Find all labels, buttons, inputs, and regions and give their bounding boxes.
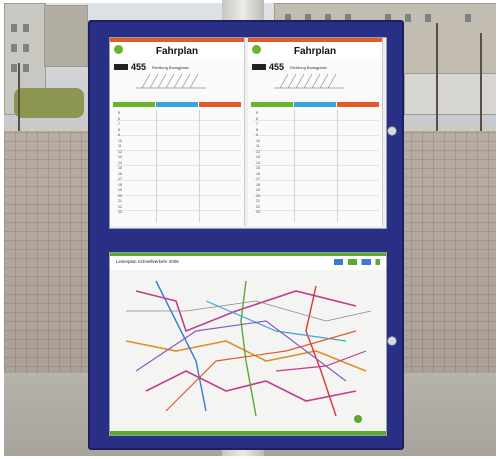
hour-cell: 19 xyxy=(118,188,122,192)
timetable-rows: 5 6 7 8 9 10 11 12 13 14 15 16 17 18 19 20 21 22 23 xyxy=(254,110,379,222)
timetable-rows: 5 6 7 8 9 10 11 12 13 14 15 16 17 18 19 20 21 22 23 xyxy=(116,110,241,222)
column-sunday xyxy=(337,102,379,107)
column-saturday xyxy=(156,102,198,107)
hour-cell: 12 xyxy=(118,149,122,154)
column-headers xyxy=(113,102,241,107)
timetable-header: Fahrplan xyxy=(248,38,382,60)
hour-cell: 7 xyxy=(256,122,258,126)
hour-cell: 23 xyxy=(256,210,260,214)
bus-stop-logo-icon xyxy=(252,45,261,54)
tree xyxy=(436,23,438,138)
map-title: Linienplan Schnellverkehr 2006 xyxy=(116,259,179,264)
column-weekday xyxy=(113,102,155,107)
schedule-panel: Fahrplan 455 Richtung Bonsgplatz 5 6 7 8… xyxy=(109,37,387,229)
hour-cell: 19 xyxy=(256,188,260,192)
hour-cell: 6 xyxy=(118,116,120,121)
hour-cell: 22 xyxy=(118,204,122,209)
hour-cell: 10 xyxy=(256,138,260,143)
hour-cell: 5 xyxy=(256,111,258,115)
hour-cell: 16 xyxy=(118,171,122,176)
transit-logos xyxy=(334,259,380,265)
hour-cell: 12 xyxy=(256,149,260,154)
timetable-title: Fahrplan xyxy=(155,45,199,57)
bus-stop-logo-icon xyxy=(114,45,123,54)
display-case: Fahrplan 455 Richtung Bonsgplatz 5 6 7 8… xyxy=(88,20,404,450)
hour-cell: 11 xyxy=(118,144,122,148)
hour-cell: 15 xyxy=(256,166,260,170)
hour-cell: 17 xyxy=(256,177,260,181)
bus-icon xyxy=(114,64,128,70)
hour-cell: 9 xyxy=(256,133,258,137)
timetable-title: Fahrplan xyxy=(293,45,337,57)
hour-cell: 15 xyxy=(118,166,122,170)
column-headers xyxy=(251,102,379,107)
timetable-right: Fahrplan 455 Richtung Bonsgplatz 5 6 7 8… xyxy=(248,38,383,226)
hour-cell: 18 xyxy=(118,182,122,187)
network-map-panel: Linienplan Schnellverkehr 2006 xyxy=(109,252,387,436)
hour-cell: 14 xyxy=(118,160,122,165)
hour-cell: 8 xyxy=(118,127,120,132)
hour-cell: 20 xyxy=(256,193,260,198)
timetable-left: Fahrplan 455 Richtung Bonsgplatz 5 6 7 8… xyxy=(110,38,245,226)
hour-cell: 7 xyxy=(118,122,120,126)
route-diagram xyxy=(274,73,344,89)
tree xyxy=(18,63,20,133)
hour-cell: 11 xyxy=(256,144,260,148)
column-sunday xyxy=(199,102,241,107)
hour-cell: 10 xyxy=(118,138,122,143)
route-diagram xyxy=(136,73,206,89)
shelter xyxy=(404,73,496,115)
hour-cell: 18 xyxy=(256,182,260,187)
network-map xyxy=(125,280,372,423)
hour-cell: 13 xyxy=(256,155,260,159)
hour-cell: 21 xyxy=(256,199,260,203)
map-header: Linienplan Schnellverkehr 2006 xyxy=(110,253,386,270)
building-left-2 xyxy=(44,5,88,67)
hour-cell: 9 xyxy=(118,133,120,137)
hour-cell: 6 xyxy=(256,116,258,121)
destination: Richtung Bonsgplatz xyxy=(290,64,327,70)
hedge xyxy=(14,88,84,118)
hour-cell: 17 xyxy=(118,177,122,181)
hour-cell: 22 xyxy=(256,204,260,209)
timetable-header: Fahrplan xyxy=(110,38,244,60)
column-weekday xyxy=(251,102,293,107)
map-footer-bar xyxy=(110,431,386,435)
lock-icon xyxy=(387,126,397,136)
hour-cell: 16 xyxy=(256,171,260,176)
hour-cell: 21 xyxy=(118,199,122,203)
lock-icon xyxy=(387,336,397,346)
hour-cell: 14 xyxy=(256,160,260,165)
tree xyxy=(480,33,482,141)
hour-cell: 8 xyxy=(256,127,258,132)
hour-cell: 20 xyxy=(118,193,122,198)
destination: Richtung Bonsgplatz xyxy=(152,64,189,70)
column-saturday xyxy=(294,102,336,107)
hour-cell: 13 xyxy=(118,155,122,159)
hour-cell: 23 xyxy=(118,210,122,214)
bus-icon xyxy=(252,64,266,70)
hour-cell: 5 xyxy=(118,111,120,115)
